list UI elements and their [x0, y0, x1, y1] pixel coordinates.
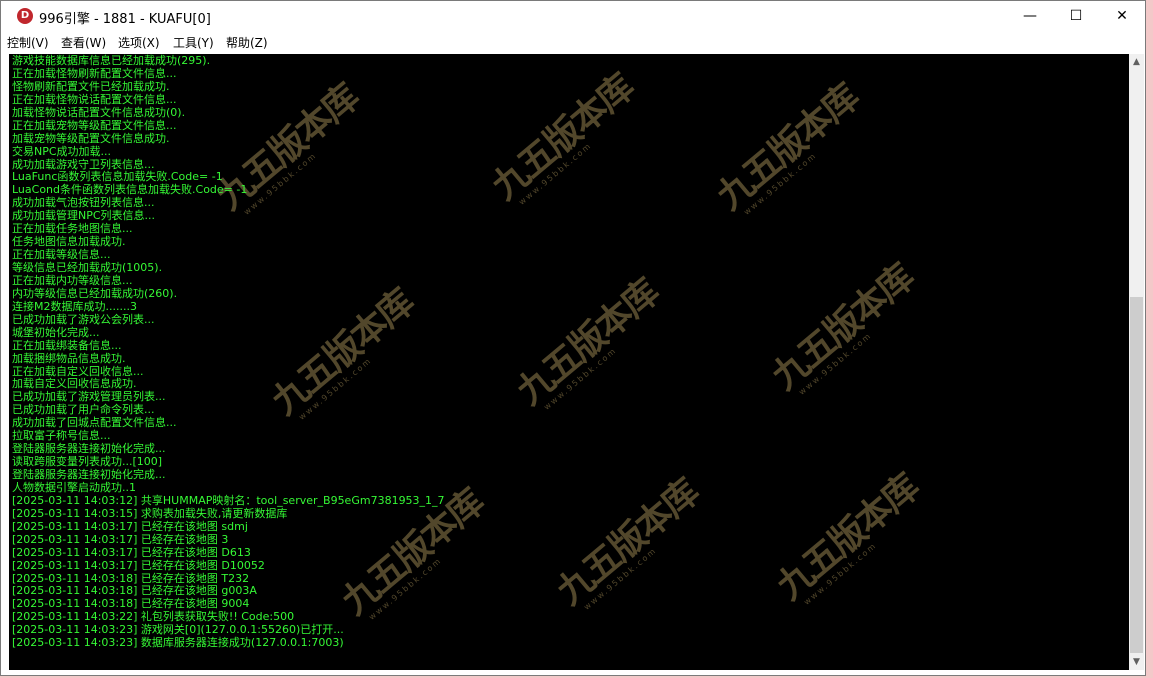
vertical-scrollbar[interactable]: ▲ ▼: [1129, 54, 1144, 670]
title-bar[interactable]: D 996引擎 - 1881 - KUAFU[0] — ☐ ✕: [1, 1, 1145, 32]
window-title: 996引擎 - 1881 - KUAFU[0]: [39, 12, 211, 27]
log-output: 游戏技能数据库信息已经加载成功(295). 正在加载怪物刷新配置文件信息... 怪物…: [12, 54, 445, 650]
app-window: D 996引擎 - 1881 - KUAFU[0] — ☐ ✕ 控制(V) 查看…: [0, 0, 1146, 676]
menu-view[interactable]: 查看(W): [61, 34, 106, 51]
log-line: 内功等级信息已经加载成功(260).: [12, 286, 178, 300]
log-line: [2025-03-11 14:03:12] 共享HUMMAP映射名：tool_s…: [12, 493, 445, 507]
log-line: [2025-03-11 14:03:17] 已经存在该地图 3: [12, 532, 229, 546]
watermark-text: 九五版本库: [508, 271, 667, 413]
watermark-text: 九五版本库: [483, 66, 642, 208]
log-line: 登陆器服务器连接初始化完成...: [12, 468, 166, 481]
minimize-button[interactable]: —: [1007, 1, 1053, 32]
log-line: 加载怪物说话配置文件信息成功(0).: [12, 105, 186, 119]
log-line: 正在加载怪物刷新配置文件信息...: [12, 66, 177, 80]
log-line: 连接M2数据库成功.......3: [12, 299, 137, 313]
menu-tools[interactable]: 工具(Y): [173, 34, 214, 51]
log-line: 正在加载怪物说话配置文件信息...: [12, 92, 177, 106]
log-line: 等级信息已经加载成功(1005).: [12, 261, 163, 274]
log-line: 人物数据引擎启动成功..1: [12, 480, 136, 494]
watermark-logo: 九五版本库 www.95bbk.com: [739, 256, 921, 428]
watermark-logo: 九五版本库 www.95bbk.com: [684, 76, 866, 248]
watermark-logo: 九五版本库 www.95bbk.com: [459, 66, 641, 238]
menu-help[interactable]: 帮助(Z): [226, 34, 268, 51]
watermark-logo: 九五版本库 www.95bbk.com: [524, 471, 706, 643]
close-button[interactable]: ✕: [1099, 1, 1145, 32]
menu-bar: 控制(V) 查看(W) 选项(X) 工具(Y) 帮助(Z): [1, 32, 1145, 53]
log-line: 已成功加载了游戏公会列表...: [12, 312, 155, 326]
log-line: 交易NPC成功加载...: [12, 144, 112, 158]
watermark-text: 九五版本库: [768, 466, 927, 608]
log-line: 正在加载宠物等级配置文件信息...: [12, 118, 177, 132]
watermark-text: 九五版本库: [763, 256, 922, 398]
maximize-button[interactable]: ☐: [1053, 1, 1099, 32]
log-line: 怪物刷新配置文件已经加载成功.: [12, 79, 170, 93]
log-line: 游戏技能数据库信息已经加载成功(295).: [12, 54, 211, 67]
scroll-thumb[interactable]: [1130, 297, 1143, 653]
log-line: 城堡初始化完成...: [12, 325, 100, 339]
watermark-logo: 九五版本库 www.95bbk.com: [744, 466, 926, 638]
menu-control[interactable]: 控制(V): [7, 34, 49, 51]
log-console[interactable]: 九五版本库 www.95bbk.com 九五版本库 www.95bbk.com …: [9, 54, 1129, 670]
log-line: 正在加载绑装备信息...: [12, 338, 122, 352]
log-line: [2025-03-11 14:03:15] 求购表加载失败,请更新数据库: [12, 506, 288, 520]
log-line: [2025-03-11 14:03:23] 数据库服务器连接成功(127.0.0…: [12, 636, 344, 650]
scroll-down-button[interactable]: ▼: [1129, 654, 1144, 670]
watermark-text: 九五版本库: [548, 471, 707, 613]
log-line: 加载捆绑物品信息成功.: [12, 351, 126, 365]
scroll-up-button[interactable]: ▲: [1129, 54, 1144, 70]
watermark-logo: 九五版本库 www.95bbk.com: [484, 271, 666, 443]
app-logo-icon[interactable]: D: [17, 8, 33, 24]
menu-options[interactable]: 选项(X): [118, 34, 160, 51]
desktop-background: [1146, 0, 1153, 678]
log-line: [2025-03-11 14:03:17] 已经存在该地图 D10052: [12, 558, 265, 572]
log-line: [2025-03-11 14:03:17] 已经存在该地图 sdmj: [12, 519, 248, 533]
log-line: 正在加载内功等级信息...: [12, 273, 133, 287]
log-line: 加载宠物等级配置文件信息成功.: [12, 131, 170, 145]
watermark-text: 九五版本库: [708, 76, 867, 218]
log-line: [2025-03-11 14:03:17] 已经存在该地图 D613: [12, 545, 251, 559]
